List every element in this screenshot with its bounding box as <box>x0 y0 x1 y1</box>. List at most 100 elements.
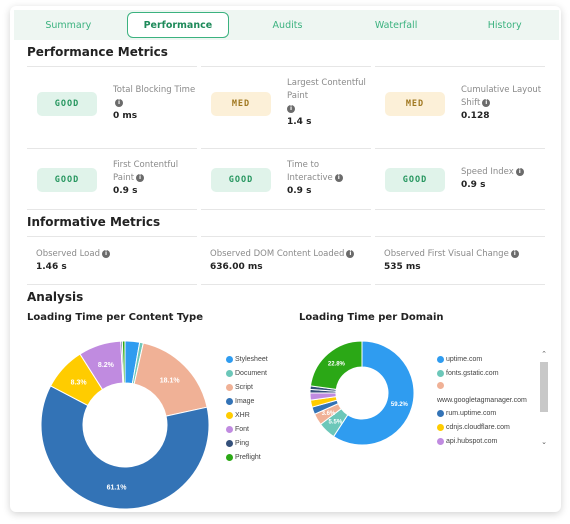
legend-color-dot <box>437 437 444 445</box>
legend-label: www.googletagmanager.com <box>437 396 527 404</box>
legend-item[interactable]: Font <box>226 422 268 436</box>
legend-label: Ping <box>235 439 250 447</box>
info-icon[interactable]: i <box>102 249 110 258</box>
metric-value: 1.46 s <box>36 262 67 272</box>
tab-waterfall[interactable]: Waterfall <box>346 12 447 38</box>
status-badge: GOOD <box>37 168 97 192</box>
divider <box>201 284 371 285</box>
slice-label: 59.2% <box>391 402 409 408</box>
legend-label: Image <box>235 397 255 405</box>
metric-value: 636.00 ms <box>210 262 263 272</box>
legend-label: fonts.gstatic.com <box>446 369 499 377</box>
legend-color-dot <box>226 383 233 391</box>
info-metric-dom-content-loaded: Observed DOM Content Loaded i 636.00 ms <box>210 248 355 274</box>
legend-color-dot <box>226 425 233 433</box>
scroll-up-icon[interactable]: ⌃ <box>539 350 549 358</box>
tab-performance[interactable]: Performance <box>126 12 230 38</box>
slice-label: 8.3% <box>71 379 88 386</box>
divider <box>201 148 371 149</box>
legend-color-dot <box>226 355 233 363</box>
legend-item[interactable]: Document <box>226 366 268 380</box>
divider <box>27 284 197 285</box>
metric-label: Total Blocking Time <box>113 85 196 95</box>
legend-item[interactable]: fonts.gstatic.com <box>437 366 537 380</box>
legend-item[interactable]: api.hubspot.com <box>437 434 537 446</box>
info-icon[interactable]: i <box>510 249 519 258</box>
legend-item[interactable]: Image <box>226 394 268 408</box>
status-badge: GOOD <box>37 92 97 116</box>
info-metric-observed-load: Observed Load i 1.46 s <box>36 248 110 274</box>
legend-label: Document <box>235 369 267 377</box>
informative-metrics-heading: Informative Metrics <box>27 215 161 229</box>
chart-title-content-type: Loading Time per Content Type <box>27 312 203 323</box>
metric-value: 1.4 s <box>287 117 312 127</box>
info-icon[interactable]: i <box>482 98 491 107</box>
metric-label: Speed Index <box>461 167 514 177</box>
chart-title-domain: Loading Time per Domain <box>299 312 444 323</box>
slice-label: 61.1% <box>107 484 128 491</box>
legend-item[interactable]: www.googletagmanager.com <box>437 380 537 406</box>
info-icon[interactable]: i <box>287 104 295 113</box>
scrollbar-thumb[interactable] <box>540 362 548 412</box>
status-badge: GOOD <box>211 168 271 192</box>
legend-item[interactable]: Script <box>226 380 268 394</box>
info-icon[interactable]: i <box>136 173 145 182</box>
divider <box>201 66 371 67</box>
legend-label: Font <box>235 425 250 433</box>
legend-label: uptime.com <box>446 355 483 363</box>
legend-item[interactable]: rum.uptime.com <box>437 406 537 420</box>
legend-label: rum.uptime.com <box>446 409 497 417</box>
divider <box>201 236 371 237</box>
tab-history[interactable]: History <box>454 12 555 38</box>
divider <box>27 236 197 237</box>
slice-label: 22.8% <box>328 362 346 368</box>
domain-donut-chart: 59.2% 5.5% 3.6% 22.8% <box>309 340 415 446</box>
legend-item[interactable]: Ping <box>226 436 268 450</box>
metric-value: 0.9 s <box>461 180 486 190</box>
legend-label: Preflight <box>235 453 261 461</box>
content-type-legend: Stylesheet Document Script Image XHR Font Ping… <box>226 352 268 464</box>
divider <box>201 209 371 210</box>
info-icon[interactable]: i <box>334 173 343 182</box>
divider <box>375 66 545 67</box>
legend-item[interactable]: Stylesheet <box>226 352 268 366</box>
metric-label: Observed DOM Content Loaded <box>210 249 345 259</box>
legend-item[interactable]: Preflight <box>226 450 268 464</box>
tab-summary[interactable]: Summary <box>18 12 119 38</box>
metric-label: Largest Contentful Paint <box>287 78 366 101</box>
info-icon[interactable]: i <box>346 249 355 258</box>
legend-label: Stylesheet <box>235 355 268 363</box>
metric-speed-index: GOOD Speed Index i 0.9 s <box>375 150 545 222</box>
legend-color-dot <box>226 369 233 377</box>
legend-scrollbar[interactable]: ⌃ ⌄ <box>539 350 549 446</box>
scroll-down-icon[interactable]: ⌄ <box>539 438 549 446</box>
metric-cumulative-layout-shift: MED Cumulative Layout Shift i 0.128 <box>375 70 545 142</box>
divider <box>27 209 197 210</box>
metric-value: 535 ms <box>384 262 421 272</box>
metric-value: 0 ms <box>113 111 138 121</box>
legend-color-dot <box>226 397 233 405</box>
info-icon[interactable]: i <box>515 167 524 176</box>
status-badge: MED <box>385 92 445 116</box>
legend-item[interactable]: cdnjs.cloudflare.com <box>437 420 537 434</box>
metric-label: Time to Interactive <box>287 160 333 183</box>
legend-color-dot <box>437 423 444 431</box>
tab-audits[interactable]: Audits <box>237 12 338 38</box>
legend-label: cdnjs.cloudflare.com <box>446 423 510 431</box>
metric-first-contentful-paint: GOOD First Contentful Paint i 0.9 s <box>27 150 197 222</box>
metric-value: 0.9 s <box>287 186 312 196</box>
metric-label: First Contentful Paint <box>113 160 179 183</box>
metric-largest-contentful-paint: MED Largest Contentful Paint i 1.4 s <box>201 70 371 142</box>
slice-label: 8.2% <box>98 362 115 369</box>
divider <box>27 66 197 67</box>
legend-item[interactable]: uptime.com <box>437 352 537 366</box>
info-icon[interactable]: i <box>115 98 123 107</box>
legend-item[interactable]: XHR <box>226 408 268 422</box>
legend-color-dot <box>226 453 233 461</box>
legend-label: api.hubspot.com <box>446 437 498 445</box>
content-type-donut-chart: 18.1% 61.1% 8.3% 8.2% <box>40 340 210 510</box>
metric-time-to-interactive: GOOD Time to Interactive i 0.9 s <box>201 150 371 222</box>
tab-bar: Summary Performance Audits Waterfall His… <box>14 10 559 40</box>
legend-color-dot <box>437 355 444 363</box>
analysis-heading: Analysis <box>27 290 84 304</box>
